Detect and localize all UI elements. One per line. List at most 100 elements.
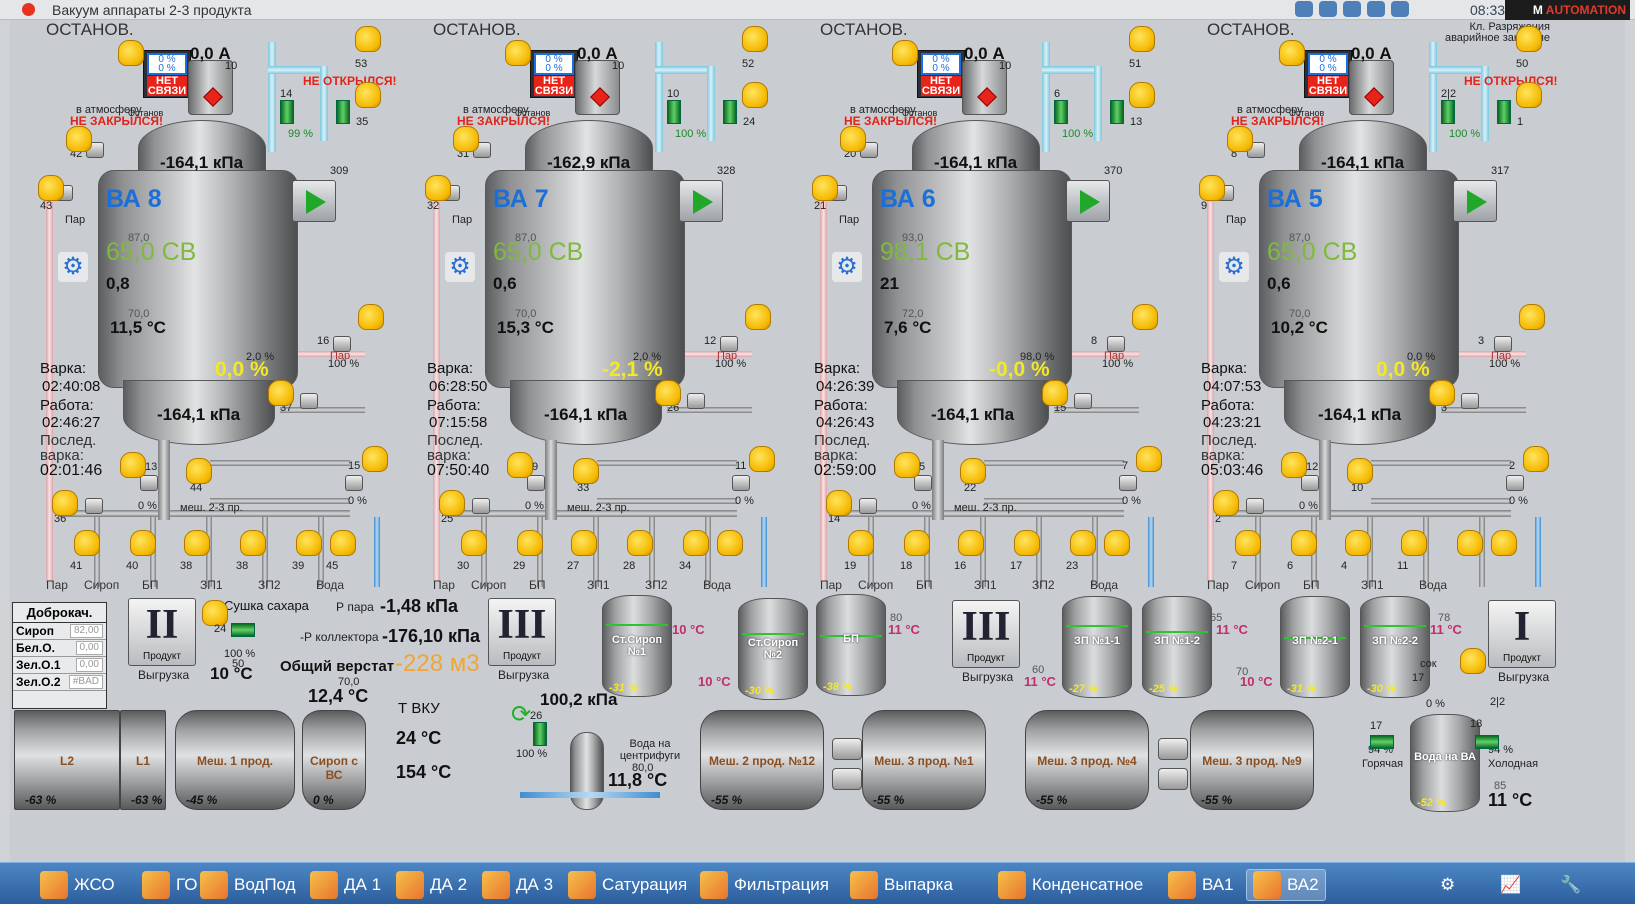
steam-valve-16[interactable]: [1494, 336, 1512, 352]
manual-hand-icon[interactable]: [355, 82, 381, 108]
horizontal-tank[interactable]: L2 -63 %: [14, 710, 120, 810]
manual-hand-icon[interactable]: [742, 26, 768, 52]
manual-hand-icon[interactable]: [812, 175, 838, 201]
taskbar-item[interactable]: ДА 3: [482, 869, 553, 901]
manual-hand-icon[interactable]: [66, 126, 92, 152]
storage-tank[interactable]: БП -38 %: [816, 594, 886, 696]
manual-hand-icon[interactable]: [439, 490, 465, 516]
feed-valve-hand-icon[interactable]: [461, 530, 487, 556]
discharge-valve-13[interactable]: [914, 475, 932, 491]
manual-hand-icon[interactable]: [1523, 446, 1549, 472]
vacuum-valve[interactable]: [280, 100, 294, 124]
settings-icon[interactable]: [1343, 1, 1361, 17]
quality-value[interactable]: #BAD: [68, 675, 103, 689]
feed-valve-hand-icon[interactable]: [517, 530, 543, 556]
storage-tank[interactable]: Ст.Сироп №2 -30 %: [738, 598, 808, 700]
manual-hand-icon[interactable]: [892, 40, 918, 66]
manual-hand-icon[interactable]: [355, 26, 381, 52]
valve-15[interactable]: [1119, 475, 1137, 491]
manual-hand-icon[interactable]: [52, 490, 78, 516]
pump-icon[interactable]: [832, 738, 862, 760]
feed-valve-hand-icon[interactable]: [1104, 530, 1130, 556]
storage-tank[interactable]: ЗП №1-2 -25 %: [1142, 596, 1212, 698]
manual-hand-icon[interactable]: [573, 458, 599, 484]
discharge-valve-13[interactable]: [140, 475, 158, 491]
quality-value[interactable]: 0,00: [75, 641, 103, 655]
discharge-valve-13[interactable]: [527, 475, 545, 491]
vacuum-valve[interactable]: [1054, 100, 1068, 124]
start-button[interactable]: [679, 180, 723, 222]
vacuum-valve[interactable]: [667, 100, 681, 124]
manual-hand-icon[interactable]: [1347, 458, 1373, 484]
dryer-valve[interactable]: [231, 623, 255, 637]
valve-36[interactable]: [1246, 498, 1264, 514]
manual-hand-icon[interactable]: [1516, 82, 1542, 108]
controller-display[interactable]: 0 % 0 % НЕТ СВЯЗИ: [917, 50, 965, 98]
feed-valve-hand-icon[interactable]: [1070, 530, 1096, 556]
manual-hand-icon[interactable]: [1227, 126, 1253, 152]
horizontal-tank[interactable]: Меш. 3 прод. №1 -55 %: [862, 710, 986, 810]
taskbar-item[interactable]: Фильтрация: [700, 869, 829, 901]
network-icon[interactable]: [1295, 1, 1313, 17]
start-button[interactable]: [1066, 180, 1110, 222]
manual-hand-icon[interactable]: [358, 304, 384, 330]
start-button[interactable]: [292, 180, 336, 222]
manual-hand-icon[interactable]: [453, 126, 479, 152]
product-I-button[interactable]: I Продукт: [1488, 600, 1556, 668]
manual-hand-icon[interactable]: [1129, 82, 1155, 108]
feed-valve-hand-icon[interactable]: [184, 530, 210, 556]
feed-valve-hand-icon[interactable]: [240, 530, 266, 556]
taskbar-item[interactable]: ВодПод: [200, 869, 296, 901]
refresh-icon[interactable]: ⟳: [506, 700, 536, 730]
horizontal-tank[interactable]: Меш. 1 прод. -45 %: [175, 710, 295, 810]
manual-hand-icon[interactable]: [1516, 26, 1542, 52]
taskbar-item[interactable]: Конденсатное: [998, 869, 1143, 901]
storage-tank[interactable]: Ст.Сироп №1 -31 %: [602, 595, 672, 697]
centrifuge-filter[interactable]: [570, 732, 604, 810]
manual-hand-icon[interactable]: [1213, 490, 1239, 516]
manual-hand-icon[interactable]: [1429, 380, 1455, 406]
manual-hand-icon[interactable]: [742, 82, 768, 108]
product-III-button-2[interactable]: III Продукт: [952, 600, 1020, 668]
settings-gear-icon[interactable]: ⚙: [1440, 869, 1455, 901]
taskbar-item[interactable]: Выпарка: [850, 869, 953, 901]
feed-valve-hand-icon[interactable]: [848, 530, 874, 556]
steam-valve-16[interactable]: [720, 336, 738, 352]
controller-display[interactable]: 0 % 0 % НЕТ СВЯЗИ: [1304, 50, 1352, 98]
feed-valve-hand-icon[interactable]: [1014, 530, 1040, 556]
condenser-valve[interactable]: [336, 100, 350, 124]
juice-hand-icon[interactable]: [1460, 648, 1486, 674]
valve-36[interactable]: [859, 498, 877, 514]
manual-hand-icon[interactable]: [1129, 26, 1155, 52]
manual-hand-icon[interactable]: [507, 452, 533, 478]
manual-hand-icon[interactable]: [749, 446, 775, 472]
manual-hand-icon[interactable]: [186, 458, 212, 484]
storage-tank[interactable]: ЗП №2-1 -31 %: [1280, 596, 1350, 698]
condenser-valve[interactable]: [1497, 100, 1511, 124]
feed-valve-hand-icon[interactable]: [130, 530, 156, 556]
feed-valve-hand-icon[interactable]: [1401, 530, 1427, 556]
valve-36[interactable]: [472, 498, 490, 514]
controller-display[interactable]: 0 % 0 % НЕТ СВЯЗИ: [143, 50, 191, 98]
manual-hand-icon[interactable]: [1281, 452, 1307, 478]
inlet-valve-37[interactable]: [300, 393, 318, 409]
manual-hand-icon[interactable]: [1132, 304, 1158, 330]
taskbar-item[interactable]: ГО: [142, 869, 197, 901]
valve-15[interactable]: [1506, 475, 1524, 491]
taskbar-item[interactable]: ДА 1: [310, 869, 381, 901]
trend-chart-icon[interactable]: 📈: [1500, 869, 1521, 901]
pump-icon[interactable]: [1158, 768, 1188, 790]
steam-valve-16[interactable]: [333, 336, 351, 352]
feed-valve-hand-icon[interactable]: [1235, 530, 1261, 556]
feed-valve-hand-icon[interactable]: [1491, 530, 1517, 556]
inlet-valve-37[interactable]: [687, 393, 705, 409]
manual-hand-icon[interactable]: [894, 452, 920, 478]
horizontal-tank[interactable]: Сироп с ВС 0 %: [302, 710, 366, 810]
valve-15[interactable]: [732, 475, 750, 491]
close-icon[interactable]: [22, 3, 35, 16]
pump-icon[interactable]: [832, 768, 862, 790]
manual-hand-icon[interactable]: [505, 40, 531, 66]
valve-36[interactable]: [85, 498, 103, 514]
taskbar-item[interactable]: ВА1: [1168, 869, 1234, 901]
sync-icon[interactable]: [1319, 1, 1337, 17]
